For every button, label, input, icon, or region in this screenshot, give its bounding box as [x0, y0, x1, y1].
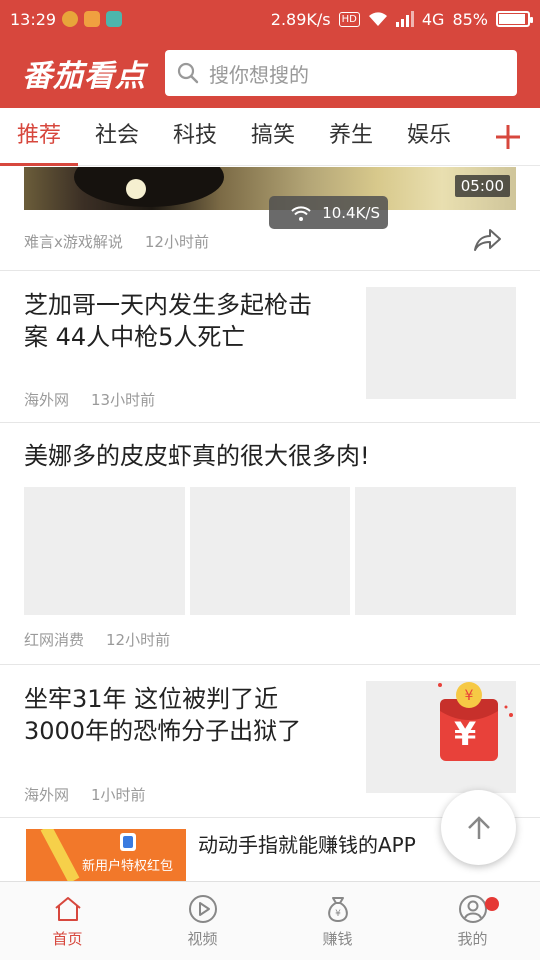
- tab-health[interactable]: 养生: [312, 108, 390, 166]
- promo-decoration: [40, 829, 80, 881]
- svg-text:¥: ¥: [465, 688, 474, 704]
- notification-app-icon: [84, 11, 101, 27]
- notification-app-icon: [106, 11, 123, 27]
- notification-app-icon: [62, 11, 79, 27]
- divider: [0, 422, 540, 423]
- tab-recommend[interactable]: 推荐: [0, 108, 78, 166]
- app-badge-icon: [120, 833, 136, 851]
- video-meta: 难言x游戏解说 12小时前: [24, 231, 209, 252]
- nav-video[interactable]: 视频: [135, 882, 270, 960]
- article-meta: 红网消费 12小时前: [24, 629, 170, 650]
- speed-value: 10.4K/S: [322, 203, 380, 222]
- category-tabs: 推荐 社会 科技 搞笑 养生 娱乐: [0, 108, 540, 166]
- nav-label: 视频: [187, 930, 218, 948]
- article-thumbnail: [24, 487, 185, 615]
- hd-icon: HD: [338, 11, 360, 27]
- speed-toast: 10.4K/S: [269, 196, 388, 229]
- wifi-icon: [291, 205, 311, 221]
- app-header: 番茄看点 搜你想搜的: [0, 38, 540, 108]
- yuan-symbol: ¥: [454, 715, 477, 753]
- promo-image: 新用户特权红包: [26, 829, 186, 881]
- red-envelope-icon: ¥: [438, 682, 513, 761]
- article-meta: 海外网 1小时前: [24, 784, 146, 805]
- nav-label: 赚钱: [322, 930, 353, 948]
- play-icon: [188, 895, 217, 923]
- article-title-line: 案 44人中枪5人死亡: [24, 323, 246, 351]
- news-feed[interactable]: 05:00 10.4K/S 难言x游戏解说 12小时前 芝加哥一天内发生多起枪击…: [0, 167, 540, 881]
- tab-tech[interactable]: 科技: [156, 108, 234, 166]
- network-type: 4G: [421, 9, 445, 29]
- status-time: 13:29: [10, 9, 57, 29]
- network-speed: 2.89K/s: [270, 9, 331, 29]
- time-label: 13小时前: [91, 391, 156, 409]
- video-frame-shape: [74, 167, 224, 207]
- wifi-icon: [368, 12, 387, 26]
- svg-text:¥: ¥: [335, 909, 341, 919]
- nav-earn[interactable]: ¥ 赚钱: [270, 882, 405, 960]
- money-bag-icon: ¥: [327, 897, 348, 923]
- time-label: 12小时前: [144, 233, 209, 251]
- back-to-top-button[interactable]: [441, 790, 516, 865]
- source-label: 海外网: [24, 786, 70, 804]
- tab-entertainment[interactable]: 娱乐: [390, 108, 468, 166]
- source-label: 红网消费: [24, 631, 85, 649]
- battery-icon: [496, 11, 533, 27]
- article-title-line: 3000年的恐怖分子出狱了: [24, 717, 302, 745]
- plus-icon: [496, 124, 520, 149]
- promo-image-text: 新用户特权红包: [82, 859, 174, 874]
- article-meta: 海外网 13小时前: [24, 389, 155, 410]
- nav-home[interactable]: 首页: [0, 882, 135, 960]
- battery-fill: [499, 14, 525, 24]
- search-placeholder: 搜你想搜的: [209, 62, 309, 87]
- article-thumbnail: [366, 287, 516, 399]
- source-label: 难言x游戏解说: [24, 233, 123, 251]
- source-label: 海外网: [24, 391, 70, 409]
- article-thumbnail: [355, 487, 516, 615]
- article-title: 坐牢31年 这位被判了近 3000年的恐怖分子出狱了: [24, 683, 301, 747]
- search-input[interactable]: 搜你想搜的: [165, 50, 517, 96]
- nav-profile[interactable]: 我的: [405, 882, 540, 960]
- article-title: 芝加哥一天内发生多起枪击 案 44人中枪5人死亡: [24, 289, 312, 353]
- article-thumbnail: [190, 487, 350, 615]
- article-title-line: 坐牢31年 这位被判了近: [24, 685, 279, 713]
- home-icon: [54, 897, 81, 921]
- signal-icon: [395, 11, 414, 27]
- battery-percent: 85%: [452, 9, 488, 29]
- tab-society[interactable]: 社会: [78, 108, 156, 166]
- divider: [0, 270, 540, 271]
- status-bar: 13:29 2.89K/s HD 4G 85%: [0, 0, 540, 38]
- app-logo[interactable]: 番茄看点: [22, 51, 162, 95]
- profile-icon: [458, 895, 487, 923]
- arrow-up-icon: [467, 815, 490, 839]
- add-channel-button[interactable]: [476, 108, 540, 166]
- divider: [0, 664, 540, 665]
- article-title-line: 芝加哥一天内发生多起枪击: [24, 291, 312, 319]
- share-icon[interactable]: [472, 227, 502, 253]
- time-label: 12小时前: [106, 631, 171, 649]
- tab-funny[interactable]: 搞笑: [234, 108, 312, 166]
- article-thumbnail: ¥ ¥: [366, 681, 516, 793]
- article-title: 美娜多的皮皮虾真的很大很多肉!: [24, 442, 370, 470]
- video-frame-shape: [126, 179, 146, 199]
- time-label: 1小时前: [91, 786, 146, 804]
- promo-title: 动动手指就能赚钱的APP: [198, 833, 416, 857]
- nav-label: 我的: [457, 930, 488, 948]
- bottom-nav: 首页 视频 ¥ 赚钱 我的: [0, 881, 540, 960]
- video-duration: 05:00: [454, 175, 510, 197]
- nav-label: 首页: [52, 930, 83, 948]
- search-icon: [177, 62, 199, 84]
- notification-dot: [485, 897, 499, 911]
